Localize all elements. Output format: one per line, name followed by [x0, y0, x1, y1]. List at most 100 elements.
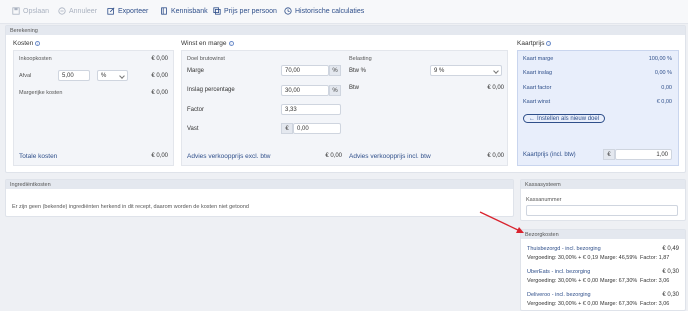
- kaartprijs-label: Kaartprijs (incl. btw): [523, 152, 576, 158]
- info-icon[interactable]: i: [35, 41, 41, 46]
- kaart-factor-label: Kaart factor: [523, 85, 552, 91]
- delivery-marge: Marge: 46,59%: [600, 255, 638, 261]
- inslag-input[interactable]: 30,00: [281, 85, 329, 96]
- margerijke-label: Margerijke kosten: [19, 90, 63, 96]
- cancel-button[interactable]: Annuleer: [58, 7, 97, 15]
- delivery-name: Thuisbezorgd - incl. bezorging: [527, 246, 601, 252]
- kaart-marge-label: Kaart marge: [523, 56, 554, 62]
- history-button[interactable]: Historische calculaties: [284, 7, 364, 15]
- price-per-person-label: Prijs per persoon: [224, 7, 277, 15]
- kaartprijs-title: Kaartprijs i: [517, 40, 552, 47]
- inslag-label: Inslag percentage: [187, 87, 235, 93]
- afval-input[interactable]: 5,00: [58, 70, 90, 81]
- winst-title: Winst en marge i: [181, 40, 234, 47]
- berekening-header: Berekening: [6, 26, 685, 35]
- bezorg-header: Bezorgkosten: [521, 230, 685, 239]
- inkoopkosten-label: Inkoopkosten: [19, 56, 52, 62]
- export-icon: [107, 7, 115, 15]
- marge-unit: %: [329, 65, 341, 76]
- knowledge-label: Kennisbank: [171, 7, 208, 15]
- delivery-vergoeding: Vergoeding: 30,00% + € 0,19: [527, 255, 599, 261]
- advies-incl-label: Advies verkoopprijs incl. btw: [349, 153, 431, 160]
- ingredients-header: Ingrediëntkosten: [6, 180, 513, 189]
- btw-pct-label: Btw %: [349, 68, 367, 74]
- kassa-header: Kassasysteem: [521, 180, 685, 189]
- totale-kosten-label: Totale kosten: [19, 153, 58, 160]
- price-per-person-button[interactable]: Prijs per persoon: [213, 7, 277, 15]
- margerijke-value: € 0,00: [151, 90, 168, 96]
- btw-pct-select[interactable]: 9 %: [430, 65, 502, 76]
- delivery-name: Deliveroo - incl. bezorging: [527, 292, 591, 298]
- save-button[interactable]: Opslaan: [12, 7, 49, 15]
- toolbar: Opslaan Annuleer Exporteer Kennisbank Pr…: [0, 0, 688, 24]
- factor-label: Factor: [187, 107, 205, 113]
- delivery-factor: Factor: 1,87: [640, 255, 670, 261]
- info-icon[interactable]: i: [228, 41, 234, 46]
- kaartprijs-input[interactable]: 1,00: [615, 149, 672, 160]
- vast-currency: €: [281, 123, 293, 134]
- book-icon: [161, 7, 167, 15]
- btw-label: Btw: [349, 85, 360, 91]
- delivery-factor: Factor: 3,06: [640, 301, 670, 307]
- delivery-name: UberEats - incl. bezorging: [527, 269, 591, 275]
- kassanummer-input[interactable]: [526, 205, 678, 216]
- belasting-label: Belasting: [349, 56, 372, 62]
- kassanummer-label: Kassanummer: [526, 197, 562, 203]
- advies-excl-value: € 0,00: [325, 153, 342, 159]
- winst-title-text: Winst en marge: [181, 40, 227, 47]
- history-label: Historische calculaties: [295, 7, 365, 15]
- marge-label: Marge: [187, 68, 205, 74]
- delivery-marge: Marge: 67,30%: [600, 278, 638, 284]
- kosten-title-text: Kosten: [13, 40, 34, 47]
- delivery-factor: Factor: 3,06: [640, 278, 670, 284]
- info-icon[interactable]: i: [546, 41, 552, 46]
- save-label: Opslaan: [23, 7, 50, 15]
- kaart-factor-value: 0,00: [661, 85, 672, 91]
- kaart-inslag-label: Kaart inslag: [523, 70, 553, 76]
- chevron-down-icon: [493, 68, 499, 74]
- advies-excl-label: Advies verkoopprijs excl. btw: [187, 153, 271, 160]
- export-button[interactable]: Exporteer: [107, 7, 148, 15]
- kosten-title: Kosten i: [13, 40, 41, 47]
- afval-unit-select[interactable]: %: [97, 70, 128, 81]
- ingredients-panel: Ingrediëntkosten: [5, 179, 514, 217]
- set-target-label: Instellen als nieuw doel: [537, 115, 600, 122]
- btw-value: € 0,00: [487, 85, 504, 91]
- vast-input[interactable]: 0,00: [293, 123, 341, 134]
- factor-input[interactable]: 3,33: [281, 104, 341, 115]
- afval-label: Afval: [19, 73, 32, 79]
- delivery-vergoeding: Vergoeding: 30,00% + € 0,00: [527, 301, 599, 307]
- delivery-amount: € 0,30: [662, 269, 679, 275]
- totale-kosten-value: € 0,00: [151, 153, 168, 159]
- cancel-label: Annuleer: [69, 7, 98, 15]
- person-icon: [213, 7, 221, 15]
- kaartprijs-title-text: Kaartprijs: [517, 40, 545, 47]
- history-icon: [284, 7, 292, 15]
- export-label: Exporteer: [118, 7, 149, 15]
- set-target-button[interactable]: ← Instellen als nieuw doel: [523, 114, 606, 123]
- save-icon: [12, 7, 20, 15]
- afval-value: € 0,00: [151, 73, 168, 79]
- delivery-vergoeding: Vergoeding: 30,00% + € 0,00: [527, 278, 599, 284]
- inkoopkosten-value: € 0,00: [151, 56, 168, 62]
- kosten-card: [13, 50, 174, 166]
- inslag-unit: %: [329, 85, 341, 96]
- advies-incl-value: € 0,00: [487, 153, 504, 159]
- vast-label: Vast: [187, 126, 199, 132]
- btw-pct-value: 9 %: [434, 68, 445, 74]
- delivery-marge: Marge: 67,30%: [600, 301, 638, 307]
- annotation-arrow-icon: [479, 211, 524, 233]
- kaart-marge-value: 100,00 %: [648, 56, 672, 62]
- ingredients-message: Er zijn geen (bekende) ingrediënten herk…: [12, 204, 249, 210]
- arrow-left-icon: ←: [529, 115, 535, 122]
- marge-input[interactable]: 70,00: [281, 65, 329, 76]
- afval-unit-value: %: [101, 73, 107, 79]
- delivery-amount: € 0,49: [662, 246, 679, 252]
- kaart-winst-label: Kaart winst: [523, 99, 551, 105]
- doel-label: Doel brutowinst: [187, 56, 225, 62]
- kaart-winst-value: € 0,00: [656, 99, 672, 105]
- delivery-amount: € 0,30: [662, 292, 679, 298]
- cancel-icon: [58, 7, 66, 15]
- chevron-down-icon: [119, 73, 125, 79]
- knowledge-button[interactable]: Kennisbank: [160, 7, 208, 15]
